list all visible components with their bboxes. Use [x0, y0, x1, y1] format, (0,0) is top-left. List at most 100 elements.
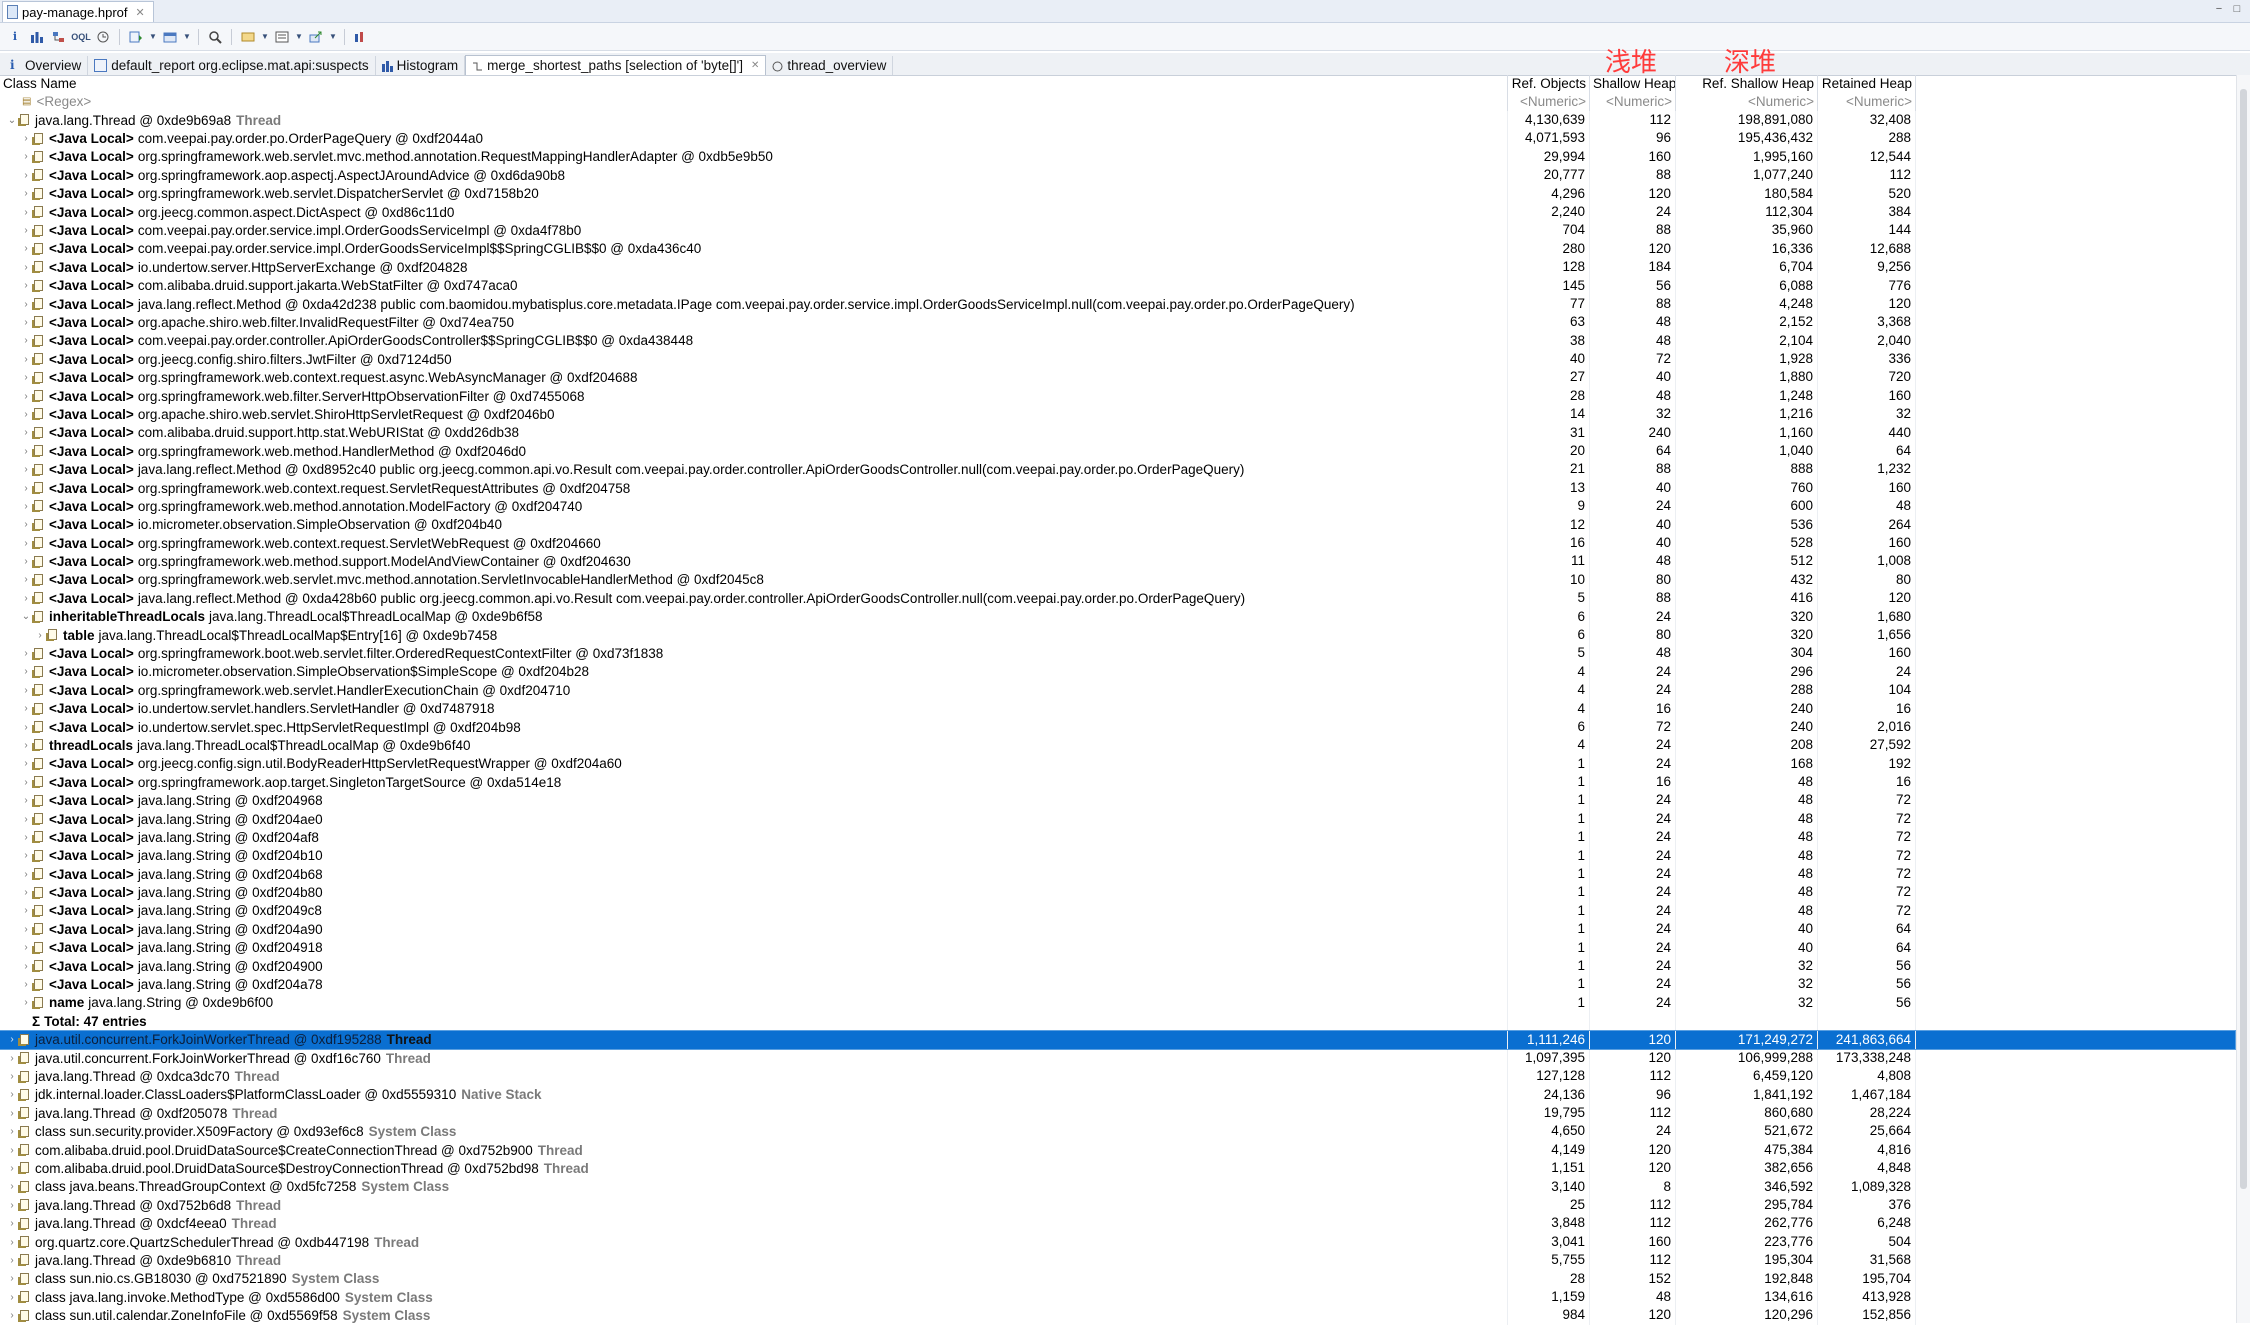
- table-row[interactable]: › <Java Local> org.jeecg.config.shiro.filt…: [0, 350, 2235, 369]
- tab-thread-overview[interactable]: thread_overview: [766, 56, 894, 75]
- minimize-icon[interactable]: −: [2212, 2, 2226, 16]
- tab-overview[interactable]: i Overview: [4, 56, 89, 75]
- table-row[interactable]: › class sun.util.calendar.ZoneInfoFile @ …: [0, 1306, 2235, 1325]
- table-row[interactable]: › class java.beans.ThreadGroupContext @ 0…: [0, 1177, 2235, 1197]
- expand-toggle-icon[interactable]: ›: [20, 188, 32, 199]
- table-row[interactable]: › <Java Local> io.undertow.servlet.handler…: [0, 699, 2235, 718]
- expand-toggle-icon[interactable]: ›: [20, 556, 32, 567]
- ref-shallow-heap-filter-input[interactable]: <Numeric>: [1676, 93, 1818, 111]
- chevron-down-icon[interactable]: ▼: [149, 28, 157, 46]
- table-row[interactable]: › <Java Local> org.springframework.web.ser…: [0, 570, 2235, 590]
- expand-toggle-icon[interactable]: ›: [20, 464, 32, 475]
- table-row[interactable]: › <Java Local> java.lang.String @ 0xdf204a…: [0, 828, 2235, 847]
- expand-toggle-icon[interactable]: ›: [6, 1218, 18, 1229]
- expand-toggle-icon[interactable]: ›: [6, 1237, 18, 1248]
- run-report-icon[interactable]: [127, 28, 145, 46]
- table-row[interactable]: › <Java Local> io.undertow.servlet.spec.Ht…: [0, 717, 2235, 737]
- table-row[interactable]: › <Java Local> org.springframework.web.con…: [0, 478, 2235, 498]
- histogram-icon[interactable]: [28, 28, 46, 46]
- column-header-ref-objects[interactable]: Ref. Objects: [1508, 75, 1590, 93]
- table-row[interactable]: › <Java Local> org.apache.shiro.web.filter…: [0, 313, 2235, 332]
- expand-toggle-icon[interactable]: ›: [20, 795, 32, 806]
- table-row[interactable]: › <Java Local> org.springframework.aop.tar…: [0, 773, 2235, 792]
- expand-toggle-icon[interactable]: ›: [20, 777, 32, 788]
- scrollbar-thumb[interactable]: [2240, 89, 2247, 1189]
- table-row[interactable]: › org.quartz.core.QuartzSchedulerThread @…: [0, 1232, 2235, 1252]
- expand-toggle-icon[interactable]: ›: [20, 133, 32, 144]
- expand-toggle-icon[interactable]: ›: [20, 887, 32, 898]
- column-header-retained-heap[interactable]: Retained Heap: [1818, 75, 1916, 93]
- expand-toggle-icon[interactable]: ›: [20, 574, 32, 585]
- close-icon[interactable]: ✕: [136, 6, 145, 19]
- expand-toggle-icon[interactable]: ›: [6, 1089, 18, 1100]
- expand-toggle-icon[interactable]: ›: [6, 1126, 18, 1137]
- expand-toggle-icon[interactable]: ›: [20, 979, 32, 990]
- chevron-down-icon[interactable]: ▼: [261, 28, 269, 46]
- table-row[interactable]: › <Java Local> io.undertow.server.HttpServ…: [0, 258, 2235, 277]
- export-icon[interactable]: [307, 28, 325, 46]
- table-row[interactable]: ⌄ java.lang.Thread @ 0xde9b69a8 Thread 4,13…: [0, 111, 2235, 130]
- table-row[interactable]: › <Java Local> org.springframework.web.con…: [0, 533, 2235, 553]
- total-row[interactable]: Σ Total: 47 entries: [0, 1012, 2235, 1031]
- table-row[interactable]: › class sun.security.provider.X509Factory…: [0, 1122, 2235, 1141]
- chevron-down-icon[interactable]: ▼: [329, 28, 337, 46]
- expand-toggle-icon[interactable]: ›: [20, 519, 32, 530]
- table-row[interactable]: › java.lang.Thread @ 0xdcf4eea0 Thread 3,84…: [0, 1214, 2235, 1233]
- table-row[interactable]: › class sun.nio.cs.GB18030 @ 0xd7521890 Sy…: [0, 1269, 2235, 1288]
- table-row[interactable]: › java.lang.Thread @ 0xdf205078 Thread 19,7…: [0, 1104, 2235, 1123]
- expand-toggle-icon[interactable]: ›: [20, 391, 32, 402]
- expand-toggle-icon[interactable]: ›: [20, 942, 32, 953]
- table-row[interactable]: › <Java Local> java.lang.String @ 0xdf2049…: [0, 901, 2235, 921]
- table-row[interactable]: › com.alibaba.druid.pool.DruidDataSource$…: [0, 1159, 2235, 1178]
- maximize-icon[interactable]: □: [2230, 2, 2244, 16]
- expand-toggle-icon[interactable]: ›: [20, 335, 32, 346]
- calculate-retained-icon[interactable]: [273, 28, 291, 46]
- table-row[interactable]: › <Java Local> java.lang.String @ 0xdf204a…: [0, 809, 2235, 829]
- expand-toggle-icon[interactable]: ›: [20, 225, 32, 236]
- table-row[interactable]: › <Java Local> java.lang.String @ 0xdf204b…: [0, 865, 2235, 884]
- expand-toggle-icon[interactable]: ›: [20, 483, 32, 494]
- misc-icon[interactable]: [352, 28, 370, 46]
- table-row[interactable]: › <Java Local> org.springframework.web.met…: [0, 442, 2235, 461]
- vertical-scrollbar[interactable]: [2236, 75, 2250, 1323]
- query-browser-icon[interactable]: [161, 28, 179, 46]
- expand-toggle-icon[interactable]: ›: [20, 758, 32, 769]
- expand-toggle-icon[interactable]: ›: [20, 299, 32, 310]
- table-row[interactable]: › <Java Local> org.springframework.aop.asp…: [0, 166, 2235, 185]
- expand-toggle-icon[interactable]: ›: [20, 207, 32, 218]
- expand-toggle-icon[interactable]: ›: [20, 409, 32, 420]
- expand-toggle-icon[interactable]: ›: [6, 1273, 18, 1284]
- expand-toggle-icon[interactable]: ›: [20, 905, 32, 916]
- expand-toggle-icon[interactable]: ›: [20, 924, 32, 935]
- expand-toggle-icon[interactable]: ›: [20, 317, 32, 328]
- table-row[interactable]: › <Java Local> org.springframework.web.fil…: [0, 386, 2235, 406]
- expand-toggle-icon[interactable]: ›: [20, 814, 32, 825]
- info-icon[interactable]: i: [6, 28, 24, 46]
- expand-toggle-icon[interactable]: ›: [6, 1053, 18, 1064]
- expand-toggle-icon[interactable]: ›: [20, 722, 32, 733]
- expand-toggle-icon[interactable]: ›: [6, 1181, 18, 1192]
- expand-toggle-icon[interactable]: ›: [6, 1200, 18, 1211]
- table-row[interactable]: › <Java Local> java.lang.String @ 0xdf2049…: [0, 791, 2235, 810]
- expand-toggle-icon[interactable]: ›: [6, 1163, 18, 1174]
- column-header-class-name[interactable]: Class Name: [0, 75, 1508, 93]
- table-row[interactable]: › <Java Local> org.springframework.web.met…: [0, 497, 2235, 516]
- expand-toggle-icon[interactable]: ›: [20, 832, 32, 843]
- expand-toggle-icon[interactable]: ›: [6, 1292, 18, 1303]
- dominator-tree-icon[interactable]: [50, 28, 68, 46]
- table-row[interactable]: › <Java Local> java.lang.String @ 0xdf2049…: [0, 956, 2235, 976]
- retained-heap-filter-input[interactable]: <Numeric>: [1818, 93, 1916, 111]
- table-row[interactable]: › <Java Local> java.lang.reflect.Method @ …: [0, 589, 2235, 608]
- expand-toggle-icon[interactable]: ›: [6, 1071, 18, 1082]
- expand-toggle-icon[interactable]: ›: [20, 997, 32, 1008]
- table-row[interactable]: › <Java Local> com.veepai.pay.order.contro…: [0, 331, 2235, 351]
- table-row[interactable]: › jdk.internal.loader.ClassLoaders$Platfo…: [0, 1085, 2235, 1105]
- expand-toggle-icon[interactable]: ›: [20, 538, 32, 549]
- editor-tab[interactable]: pay-manage.hprof ✕: [2, 1, 154, 22]
- expand-toggle-icon[interactable]: ›: [20, 850, 32, 861]
- table-row[interactable]: › <Java Local> io.micrometer.observation.S…: [0, 515, 2235, 534]
- expand-toggle-icon[interactable]: ›: [20, 703, 32, 714]
- table-row[interactable]: › <Java Local> org.springframework.web.ser…: [0, 184, 2235, 203]
- table-row[interactable]: › <Java Local> java.lang.reflect.Method @ …: [0, 460, 2235, 479]
- expand-toggle-icon[interactable]: ›: [20, 243, 32, 254]
